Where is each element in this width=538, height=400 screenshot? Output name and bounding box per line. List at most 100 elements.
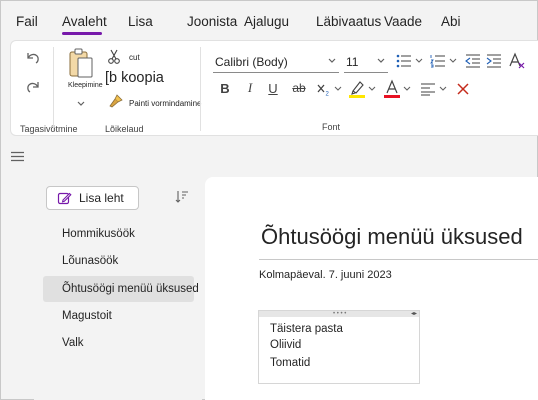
tab-file[interactable]: Fail: [16, 14, 38, 29]
highlight-options-button[interactable]: [367, 84, 377, 94]
paintbrush-icon: [109, 94, 123, 108]
align-left-icon: [421, 83, 435, 96]
page-item-valk[interactable]: Valk: [43, 330, 194, 356]
font-color-options-button[interactable]: [402, 84, 412, 94]
drag-handle-icon: • • • •: [333, 311, 347, 317]
page-item-ohtusoogi-menuu-uksused[interactable]: Õhtusöögi menüü üksused: [43, 276, 199, 302]
paragraph-alignment-button[interactable]: [419, 81, 437, 97]
tab-help[interactable]: Abi: [441, 14, 461, 29]
format-painter-button[interactable]: [108, 93, 124, 109]
paste-button[interactable]: [67, 46, 95, 80]
page-title[interactable]: Õhtusöögi menüü üksused: [261, 224, 523, 250]
sort-icon: [175, 191, 188, 203]
ribbon-separator: [53, 47, 54, 131]
underline-button[interactable]: U: [265, 79, 281, 97]
format-painter-label: Painti vormindamine: [129, 99, 202, 108]
navigation-toggle-button[interactable]: [11, 149, 24, 167]
font-name-dropdown[interactable]: Calibri (Body): [213, 51, 339, 73]
ribbon: Tagasivõtmine Kleepimine cut [b koopia P…: [10, 40, 538, 136]
paste-label: Kleepimine: [68, 82, 103, 89]
hamburger-menu-icon: [11, 151, 24, 162]
undo-group-label: Tagasivõtmine: [20, 124, 78, 134]
note-container[interactable]: • • • • ◂▸ Täistera pasta Oliivid Tomati…: [258, 310, 420, 384]
add-page-icon: [57, 192, 72, 205]
bullets-button[interactable]: [395, 52, 413, 70]
clear-formatting-icon: [509, 52, 525, 69]
font-size-value: 11: [346, 54, 359, 69]
redo-icon: [27, 82, 39, 93]
highlight-button[interactable]: [347, 78, 367, 100]
clipboard-icon: [69, 48, 93, 78]
add-page-label: Lisa leht: [79, 191, 124, 205]
subscript-button[interactable]: 2: [315, 80, 333, 98]
cut-button[interactable]: [106, 49, 122, 65]
tab-history[interactable]: Ajalugu: [244, 14, 289, 29]
font-color-swatch: [384, 95, 400, 98]
tab-draw[interactable]: Joonista: [187, 14, 237, 29]
clipboard-group-label: Lõikelaud: [105, 124, 144, 134]
menu-tabs: Fail Avaleht Lisa Joonista Ajalugu Läbiv…: [0, 0, 538, 38]
tab-review[interactable]: Läbivaatus: [316, 14, 381, 29]
page-list-pane: Lisa leht Hommikusöök Lõunasöök Õhtusöög…: [34, 177, 202, 400]
chevron-down-icon: [368, 86, 376, 91]
page-item-hommikusook[interactable]: Hommikusöök: [43, 221, 194, 247]
page-canvas[interactable]: Õhtusöögi menüü üksused Kolmapäeval. 7. …: [205, 177, 538, 400]
copy-button[interactable]: [b koopia: [105, 70, 164, 86]
decrease-indent-button[interactable]: [464, 52, 482, 70]
note-container-handle[interactable]: • • • • ◂▸: [259, 311, 419, 317]
font-color-button[interactable]: [382, 78, 402, 100]
italic-button[interactable]: I: [242, 79, 258, 97]
active-tab-indicator: [62, 32, 102, 35]
close-icon: [457, 83, 469, 95]
tab-view[interactable]: Vaade: [384, 14, 422, 29]
increase-indent-button[interactable]: [485, 52, 503, 70]
paste-options-button[interactable]: [74, 98, 88, 110]
chevron-down-icon: [439, 86, 447, 91]
chevron-down-icon: [334, 86, 342, 91]
undo-icon: [27, 53, 39, 64]
page-item-lounasook[interactable]: Lõunasöök: [43, 248, 194, 274]
bullets-options-button[interactable]: [414, 55, 424, 67]
strikethrough-button[interactable]: ab: [289, 79, 309, 97]
chevron-down-icon: [77, 101, 85, 106]
font-color-icon: [384, 79, 400, 98]
svg-text:2: 2: [326, 92, 330, 98]
note-line[interactable]: Täistera pasta: [270, 323, 343, 335]
subscript-options-button[interactable]: [333, 84, 343, 94]
note-line[interactable]: Oliivid: [270, 339, 301, 351]
chevron-down-icon: [449, 58, 457, 63]
add-page-button[interactable]: Lisa leht: [46, 186, 139, 210]
redo-button[interactable]: [23, 77, 43, 97]
chevron-down-icon: [377, 58, 385, 63]
chevron-down-icon: [328, 58, 336, 63]
bold-button[interactable]: B: [217, 79, 233, 97]
subscript-icon: 2: [317, 84, 330, 98]
cut-label: cut: [129, 53, 140, 62]
sort-pages-button[interactable]: [174, 189, 190, 210]
chevron-down-icon: [415, 58, 423, 63]
chevron-down-icon: [403, 86, 411, 91]
resize-handle-icon[interactable]: ◂▸: [411, 311, 417, 317]
numbering-options-button[interactable]: [448, 55, 458, 67]
font-name-value: Calibri (Body): [215, 54, 288, 69]
scissors-icon: [108, 49, 120, 64]
highlighter-icon: [349, 81, 365, 98]
numbered-list-icon: [430, 55, 445, 68]
tab-insert[interactable]: Lisa: [128, 14, 153, 29]
undo-button[interactable]: [23, 48, 43, 68]
page-date: Kolmapäeval. 7. juuni 2023: [259, 269, 392, 281]
font-size-dropdown[interactable]: 11: [344, 51, 388, 73]
alignment-options-button[interactable]: [438, 84, 448, 94]
delete-button[interactable]: [455, 81, 471, 97]
increase-indent-icon: [486, 54, 501, 68]
highlight-color-swatch: [349, 95, 365, 98]
ribbon-separator: [200, 47, 201, 131]
decrease-indent-icon: [465, 54, 480, 68]
note-line[interactable]: Tomatid: [270, 357, 310, 369]
title-underline: [259, 259, 538, 260]
page-item-magustoit[interactable]: Magustoit: [43, 303, 194, 329]
clear-formatting-button[interactable]: [507, 51, 527, 71]
numbering-button[interactable]: [429, 52, 447, 70]
font-group-label: Font: [322, 122, 341, 132]
tab-home[interactable]: Avaleht: [62, 14, 107, 29]
